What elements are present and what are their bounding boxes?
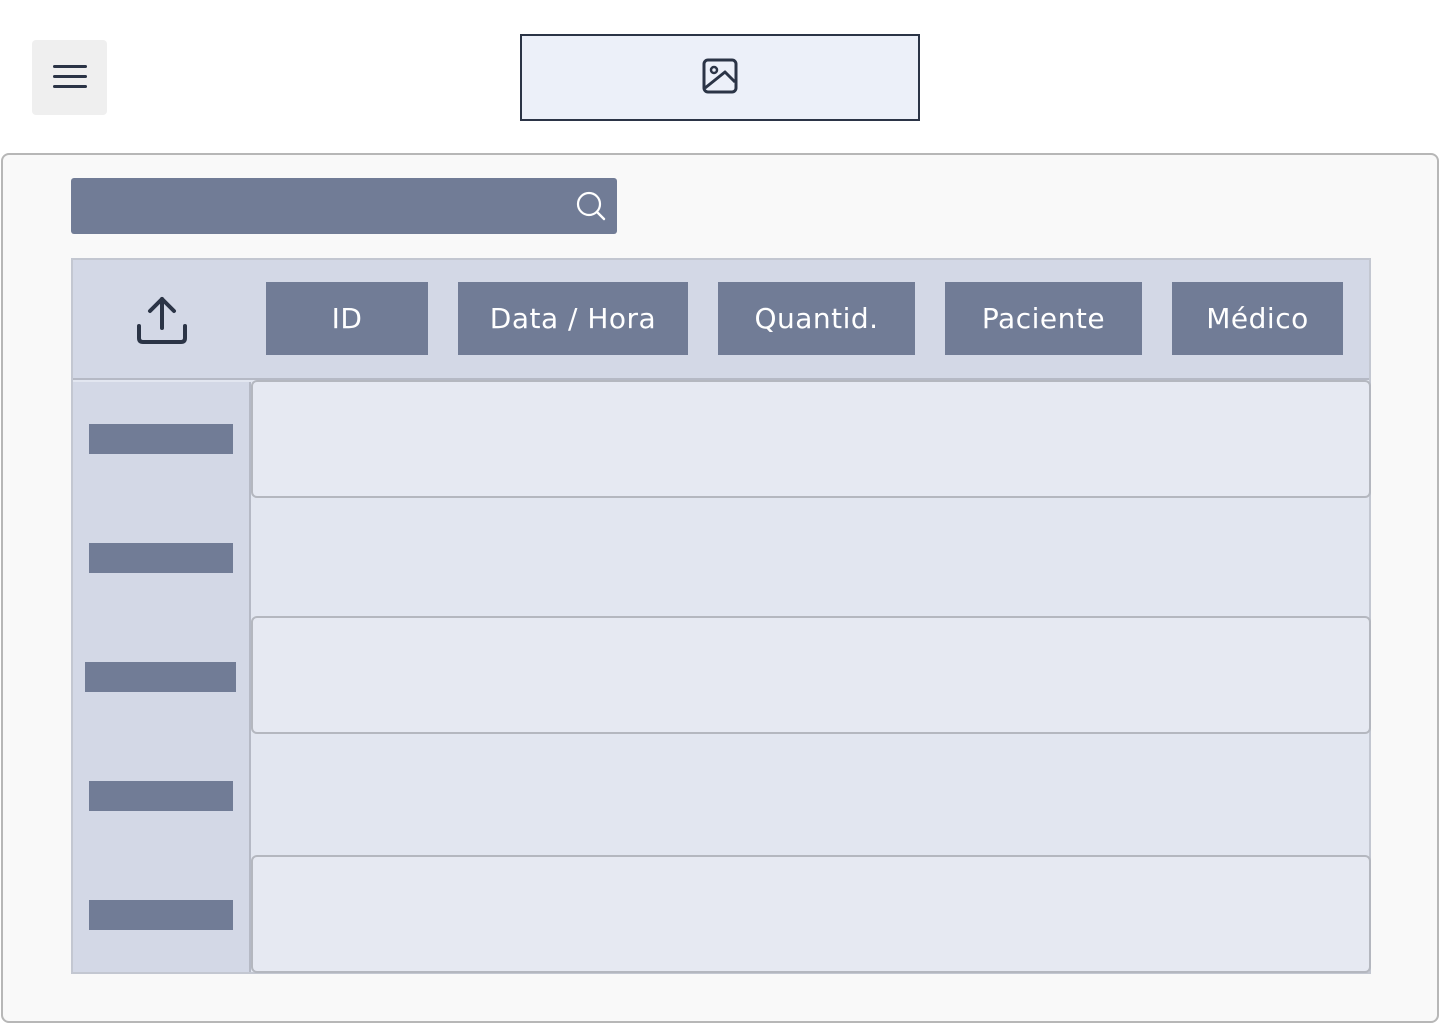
- table-row[interactable]: [251, 380, 1371, 498]
- upload-icon[interactable]: [133, 292, 191, 348]
- table-header: ID Data / Hora Quantid. Paciente Médico: [73, 260, 1369, 380]
- search-bar: [71, 178, 617, 234]
- table-row[interactable]: [251, 855, 1371, 973]
- row-handle-5[interactable]: [89, 900, 233, 930]
- row-selector-column: [73, 382, 251, 972]
- row-handle-2[interactable]: [89, 543, 233, 573]
- menu-button[interactable]: [32, 40, 107, 115]
- column-patient-button[interactable]: Paciente: [945, 282, 1142, 355]
- search-input[interactable]: [71, 178, 561, 234]
- app-page: ID Data / Hora Quantid. Paciente Médico: [0, 0, 1440, 1024]
- row-handle-4[interactable]: [89, 781, 233, 811]
- records-table: ID Data / Hora Quantid. Paciente Médico: [71, 258, 1371, 974]
- search-icon[interactable]: [575, 190, 607, 222]
- image-placeholder-icon: [701, 57, 739, 99]
- main-panel: ID Data / Hora Quantid. Paciente Médico: [1, 153, 1439, 1023]
- row-handle-1[interactable]: [89, 424, 233, 454]
- column-doctor-button[interactable]: Médico: [1172, 282, 1343, 355]
- column-quantity-button[interactable]: Quantid.: [718, 282, 915, 355]
- hamburger-menu-icon: [50, 56, 90, 99]
- logo-placeholder: [520, 34, 920, 121]
- column-date-time-button[interactable]: Data / Hora: [458, 282, 688, 355]
- row-handle-3[interactable]: [85, 662, 236, 692]
- table-row[interactable]: [251, 616, 1371, 734]
- column-id-button[interactable]: ID: [266, 282, 428, 355]
